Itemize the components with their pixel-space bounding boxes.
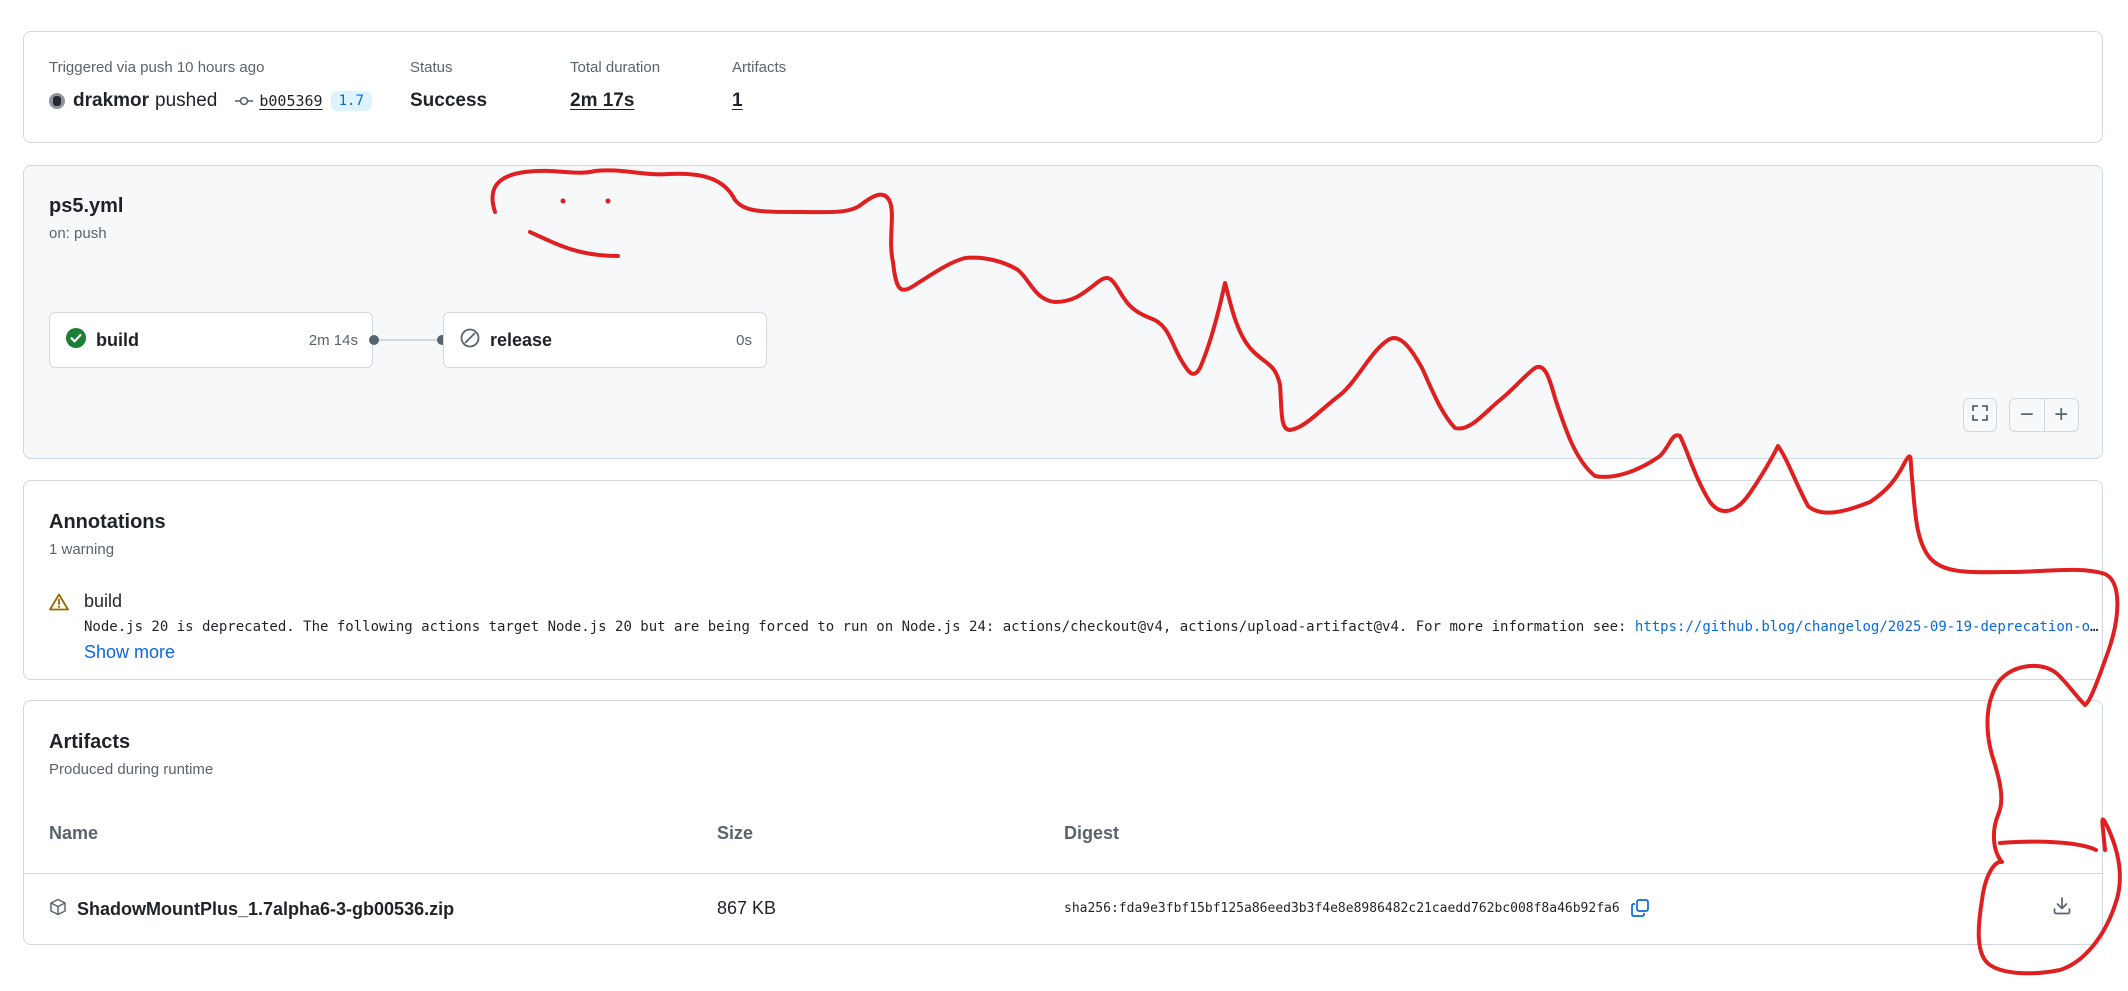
trigger-column: Triggered via push 10 hours ago drakmor … (49, 59, 372, 112)
zoom-in-button[interactable]: + (2045, 399, 2079, 431)
fullscreen-button[interactable] (1963, 398, 1997, 432)
zoom-out-button[interactable]: − (2010, 399, 2045, 431)
artifacts-subtitle: Produced during runtime (49, 761, 214, 778)
duration-label: Total duration (570, 59, 661, 76)
actor-avatar[interactable] (49, 93, 65, 109)
duration-link[interactable]: 2m 17s (570, 90, 660, 112)
check-circle-icon (66, 327, 86, 353)
table-divider (24, 873, 2102, 874)
artifact-name-link[interactable]: ShadowMountPlus_1.7alpha6-3-gb00536.zip (77, 899, 454, 920)
job-name: release (490, 329, 553, 350)
column-header-digest: Digest (1064, 823, 1120, 843)
status-label: Status (410, 59, 453, 76)
artifacts-count-label: Artifacts (732, 59, 787, 76)
status-value: Success (410, 90, 488, 111)
duration-column: Total duration 2m 17s (570, 59, 660, 112)
job-build[interactable]: build 2m 14s (49, 312, 373, 368)
workflow-file-name: ps5.yml (49, 195, 124, 217)
job-output-port (369, 335, 379, 345)
job-release[interactable]: release 0s (443, 312, 767, 368)
fullscreen-icon (1971, 402, 1989, 428)
show-more-link[interactable]: Show more (84, 642, 175, 663)
annotations-subtitle: 1 warning (49, 541, 115, 558)
artifacts-title: Artifacts (49, 731, 131, 753)
workflow-graph-card: ps5.yml on: push build 2m 14s release 0s… (23, 165, 2103, 459)
artifact-name-cell: ShadowMountPlus_1.7alpha6-3-gb00536.zip (49, 898, 454, 921)
job-duration: 2m 14s (308, 331, 358, 349)
annotation-message-text: Node.js 20 is deprecated. The following … (84, 619, 1635, 635)
column-header-size: Size (717, 823, 754, 843)
copy-icon[interactable] (1630, 898, 1650, 918)
action-text: pushed (155, 90, 218, 111)
run-summary-card: Triggered via push 10 hours ago drakmor … (23, 31, 2103, 143)
artifacts-count-link[interactable]: 1 (732, 90, 786, 112)
git-commit-icon (235, 96, 254, 106)
package-icon (49, 898, 67, 921)
commit-link[interactable]: b005369 (259, 92, 322, 110)
annotation-message: Node.js 20 is deprecated. The following … (84, 619, 2104, 635)
artifact-digest: sha256:fda9e3fbf15bf125a86eed3b3f4e8e898… (1064, 900, 1620, 916)
annotations-card: Annotations 1 warning build Node.js 20 i… (23, 480, 2104, 680)
column-header-name: Name (49, 823, 99, 843)
artifacts-count-column: Artifacts 1 (732, 59, 786, 112)
zoom-controls: − + (2009, 398, 2079, 432)
warning-icon (49, 593, 69, 616)
download-icon[interactable] (2052, 896, 2072, 921)
status-column: Status Success (410, 59, 487, 112)
artifact-digest-cell: sha256:fda9e3fbf15bf125a86eed3b3f4e8e898… (1064, 898, 1650, 918)
skip-icon (460, 328, 480, 353)
job-name: build (96, 329, 139, 350)
artifact-size: 867 KB (717, 898, 777, 918)
job-connector (379, 339, 437, 341)
annotation-job-link[interactable]: build (84, 591, 122, 612)
artifacts-card: Artifacts Produced during runtime Name S… (23, 700, 2103, 945)
actor-link[interactable]: drakmor (73, 90, 149, 112)
annotation-link[interactable]: https://github.blog/changelog/2025-09-19… (1635, 619, 2104, 635)
trigger-label: Triggered via push 10 hours ago (49, 59, 265, 76)
workflow-trigger: on: push (49, 225, 107, 242)
annotations-title: Annotations (49, 511, 166, 533)
branch-badge[interactable]: 1.7 (330, 91, 372, 111)
job-duration: 0s (736, 331, 752, 349)
